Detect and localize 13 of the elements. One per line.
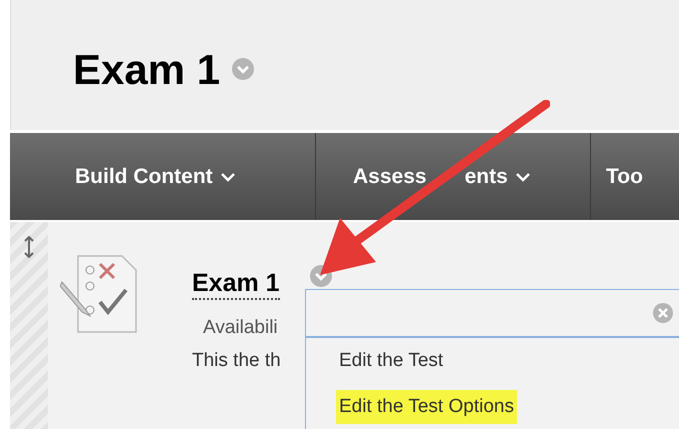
- item-title-link[interactable]: Exam 1: [192, 268, 280, 300]
- menu-item[interactable]: Edit the Test Options: [336, 390, 517, 424]
- nav-menu-button[interactable]: Too: [606, 160, 643, 192]
- chevron-icon[interactable]: [232, 58, 254, 80]
- menu-item[interactable]: Edit the Test: [336, 344, 446, 378]
- availability-text: Availabili: [202, 316, 279, 340]
- close-icon[interactable]: [653, 303, 673, 323]
- page-title: Exam 1: [73, 44, 220, 94]
- nav-menu-button[interactable]: Build Content: [75, 160, 235, 192]
- drag-strip[interactable]: [10, 222, 48, 429]
- move-icon: [24, 236, 34, 258]
- description-text: This the th: [192, 348, 281, 372]
- nav-menu-button[interactable]: Assess ents: [353, 160, 530, 192]
